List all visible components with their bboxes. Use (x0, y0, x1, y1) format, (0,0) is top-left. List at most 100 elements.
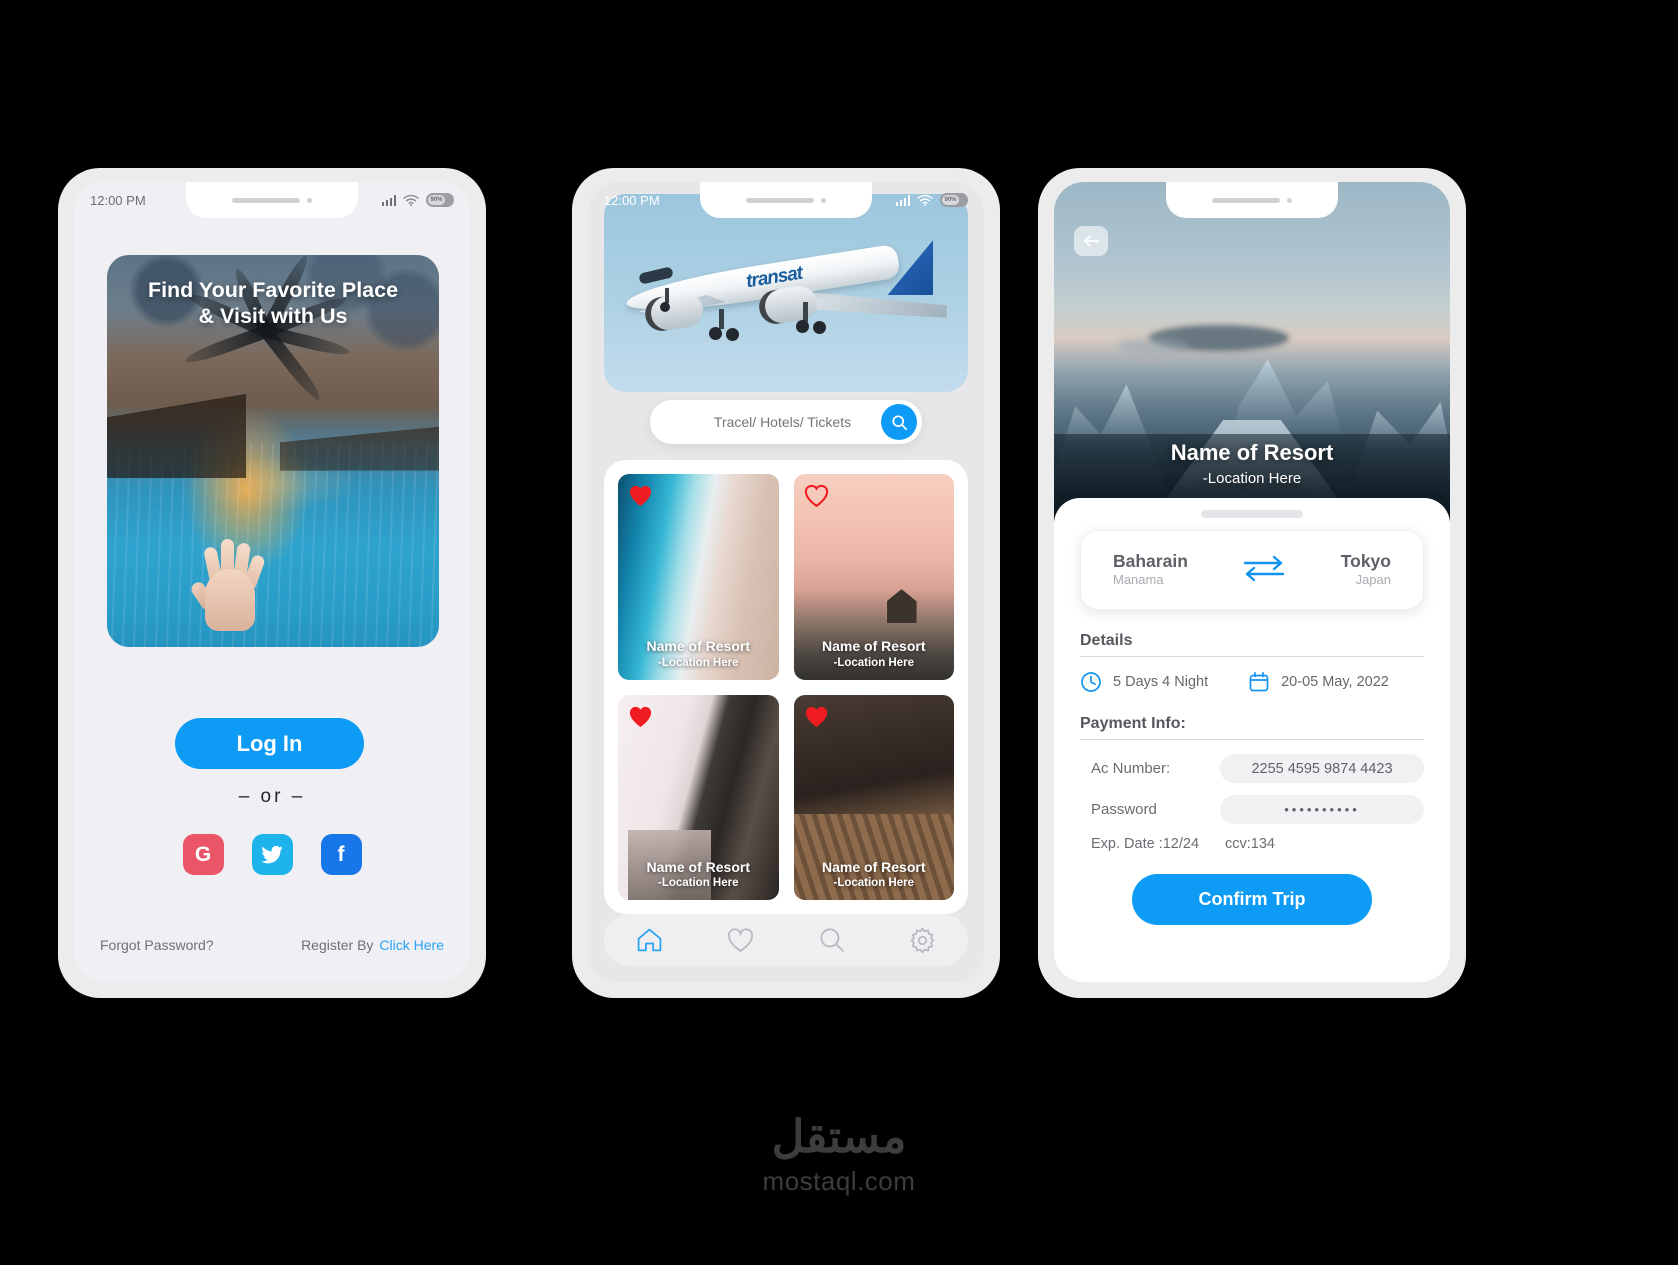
status-indicators: 90% (381, 193, 454, 207)
password-field[interactable] (1220, 795, 1424, 824)
resort-card-name: Name of Resort (822, 858, 926, 875)
resort-card-label: Name of Resort -Location Here (794, 859, 955, 891)
resort-card[interactable]: Name of Resort -Location Here (618, 694, 779, 900)
camera-icon (307, 197, 312, 203)
search-bar (650, 400, 922, 444)
details-divider (1080, 656, 1424, 657)
register-row: Register By Click Here (301, 937, 444, 953)
mockup-stage: 12:00 PM 90% Find Your Favorite Place & … (0, 0, 1678, 1265)
route-card[interactable]: Baharain Manama Tokyo Japan (1080, 530, 1424, 610)
resort-card-location: -Location Here (833, 656, 914, 669)
tab-settings[interactable] (902, 919, 944, 961)
favorite-heart-icon[interactable] (628, 705, 653, 728)
payment-section-title: Payment Info: (1080, 715, 1186, 732)
notch (1166, 182, 1338, 218)
forgot-password-link[interactable]: Forgot Password? (100, 937, 214, 953)
search-icon (891, 414, 907, 430)
origin-city: Baharain Manama (1113, 551, 1188, 589)
details-row: 5 Days 4 Night 20-05 May, 2022 (1080, 671, 1424, 693)
tab-favorites[interactable] (720, 919, 762, 961)
resort-card-name: Name of Resort (646, 638, 750, 655)
favorite-heart-icon[interactable] (628, 484, 653, 507)
resort-location: -Location Here (1202, 469, 1302, 487)
watermark-english: mostaql.com (762, 1166, 916, 1197)
destination-city-sub: Japan (1355, 572, 1391, 588)
facebook-icon: f (337, 842, 345, 866)
battery-icon: 90% (940, 193, 968, 207)
destination-city-name: Tokyo (1340, 550, 1391, 571)
account-number-row: Ac Number: (1080, 754, 1424, 783)
notch (700, 182, 872, 218)
dates-text: 20-05 May, 2022 (1281, 674, 1389, 690)
resort-card[interactable]: Name of Resort -Location Here (793, 474, 954, 680)
google-icon: G (194, 842, 212, 866)
search-submit-button[interactable] (881, 404, 917, 440)
resort-cards-grid: Name of Resort -Location Here Name of Re… (618, 474, 954, 900)
home-screen: transat 12:00 PM 90% Tracel/ Hotels/ Tic… (588, 182, 984, 982)
login-footer: Forgot Password? Register By Click Here (100, 937, 444, 953)
google-login-button[interactable]: G (182, 834, 224, 875)
facebook-login-button[interactable]: f (320, 834, 362, 875)
notch (186, 182, 358, 218)
swap-arrows-icon (1244, 555, 1285, 581)
resort-card-label: Name of Resort -Location Here (618, 638, 779, 670)
dates-item: 20-05 May, 2022 (1248, 671, 1389, 693)
search-input[interactable] (650, 414, 881, 430)
signal-icon (895, 194, 910, 206)
destination-city: Tokyo Japan (1341, 551, 1391, 589)
resort-cards-panel: Name of Resort -Location Here Name of Re… (604, 460, 968, 914)
watermark-arabic: مستقل (771, 1110, 907, 1162)
status-time: 12:00 PM (604, 192, 660, 208)
back-button[interactable] (1074, 226, 1108, 256)
password-label: Password (1091, 801, 1157, 818)
signal-icon (381, 194, 396, 206)
resort-card[interactable]: Name of Resort -Location Here (618, 474, 779, 680)
register-click-here-link[interactable]: Click Here (379, 937, 444, 953)
heart-icon (728, 927, 753, 952)
resort-card-name: Name of Resort (822, 638, 926, 655)
status-time: 12:00 PM (90, 192, 146, 208)
resort-card-name: Name of Resort (646, 858, 750, 875)
tab-search[interactable] (811, 919, 853, 961)
camera-icon (1287, 197, 1292, 203)
login-button[interactable]: Log In (175, 718, 364, 769)
hand-shape (189, 513, 269, 632)
favorite-heart-icon[interactable] (804, 705, 829, 728)
tab-home[interactable] (629, 919, 671, 961)
airplane-illustration: transat (619, 238, 954, 353)
resort-header: Name of Resort -Location Here (1054, 439, 1450, 489)
favorite-heart-icon[interactable] (804, 484, 829, 508)
origin-city-sub: Manama (1113, 572, 1164, 588)
or-divider: – or – (238, 786, 306, 807)
calendar-icon (1249, 671, 1269, 692)
details-sheet: Baharain Manama Tokyo Japan Details 5 Da… (1054, 498, 1450, 982)
bottom-tab-bar (604, 914, 968, 966)
resort-card[interactable]: Name of Resort -Location Here (793, 694, 955, 900)
origin-city-name: Baharain (1113, 550, 1188, 571)
confirm-trip-button[interactable]: Confirm Trip (1132, 874, 1372, 925)
speaker-icon (746, 197, 814, 203)
sheet-grabber[interactable] (1201, 510, 1303, 518)
phone-home: transat 12:00 PM 90% Tracel/ Hotels/ Tic… (572, 168, 1000, 998)
password-row: Password (1080, 795, 1424, 824)
login-screen: 12:00 PM 90% Find Your Favorite Place & … (74, 182, 470, 982)
account-number-label: Ac Number: (1091, 760, 1171, 777)
speaker-icon (1212, 197, 1280, 203)
camera-icon (821, 197, 826, 203)
resort-card-location: -Location Here (657, 656, 739, 669)
swap-route-button[interactable] (1239, 553, 1289, 588)
expiry-date-text: Exp. Date :12/24 (1091, 836, 1200, 852)
account-number-field[interactable] (1220, 754, 1424, 783)
details-screen: Name of Resort -Location Here Baharain M… (1054, 182, 1450, 982)
register-by-label: Register By (301, 937, 374, 953)
phone-login: 12:00 PM 90% Find Your Favorite Place & … (58, 168, 486, 998)
resort-card-location: -Location Here (657, 877, 739, 890)
battery-level: 90% (428, 195, 445, 205)
battery-level: 90% (942, 195, 959, 205)
payment-divider (1080, 739, 1424, 740)
twitter-login-button[interactable] (251, 834, 293, 875)
duration-text: 5 Days 4 Night (1113, 674, 1209, 690)
hero-title: Find Your Favorite Place & Visit with Us (107, 277, 439, 329)
battery-icon: 90% (426, 193, 454, 207)
details-section-title: Details (1080, 632, 1133, 649)
